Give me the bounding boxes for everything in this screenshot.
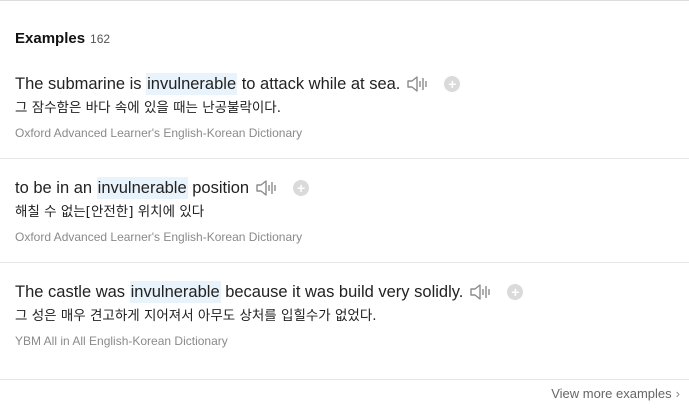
highlighted-word: invulnerable — [96, 177, 188, 199]
example-item: The submarine is invulnerable to attack … — [15, 73, 689, 140]
examples-count: 162 — [90, 32, 111, 46]
examples-title: Examples — [15, 30, 86, 47]
highlighted-word: invulnerable — [129, 281, 221, 303]
example-source: Oxford Advanced Learner's English-Korean… — [15, 126, 303, 140]
sentence-text-after: because it was build very solidly. — [220, 283, 464, 301]
example-item: The castle was invulnerable because it w… — [15, 281, 689, 348]
sentence-text-after: position — [187, 179, 250, 197]
sentence-text-before: The castle was — [15, 283, 130, 301]
speaker-icon[interactable] — [406, 74, 430, 94]
example-source: YBM All in All English-Korean Dictionary — [15, 334, 228, 348]
divider — [0, 158, 689, 159]
view-more-label: View more examples — [551, 386, 672, 401]
add-to-wordbook-plus-icon[interactable]: + — [293, 180, 310, 196]
sentence-text-after: to attack while at sea. — [237, 75, 401, 93]
speaker-icon[interactable] — [469, 282, 493, 302]
chevron-right-icon: › — [675, 386, 680, 401]
examples-panel: Examples 162 The submarine is invulnerab… — [0, 0, 689, 409]
highlighted-word: invulnerable — [146, 73, 238, 95]
view-more-examples-link[interactable]: View more examples › — [551, 386, 680, 401]
sentence-text-before: The submarine is — [15, 75, 147, 93]
speaker-icon[interactable] — [255, 178, 279, 198]
add-to-wordbook-plus-icon[interactable]: + — [444, 76, 461, 92]
example-sentence: to be in an invulnerable position + — [15, 177, 689, 199]
example-sentence: The submarine is invulnerable to attack … — [15, 73, 689, 95]
example-translation: 그 성은 매우 견고하게 지어져서 아무도 상처를 입힐수가 없었다. — [15, 308, 377, 324]
example-sentence: The castle was invulnerable because it w… — [15, 281, 689, 303]
example-source: Oxford Advanced Learner's English-Korean… — [15, 230, 303, 244]
add-to-wordbook-plus-icon[interactable]: + — [507, 284, 524, 300]
example-translation: 그 잠수함은 바다 속에 있을 때는 난공불락이다. — [15, 100, 282, 116]
divider — [0, 379, 689, 380]
example-translation: 해칠 수 없는[안전한] 위치에 있다 — [15, 204, 205, 220]
divider — [0, 262, 689, 263]
example-item: to be in an invulnerable position + 해칠 수… — [15, 177, 689, 244]
examples-header: Examples 162 — [15, 30, 110, 47]
sentence-text-before: to be in an — [15, 179, 97, 197]
